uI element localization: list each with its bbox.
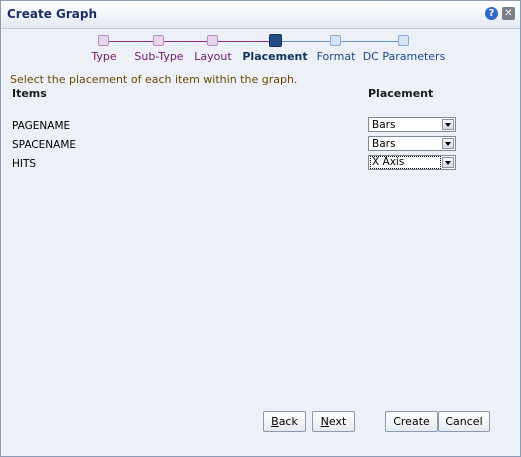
close-icon[interactable]: ✕	[502, 7, 515, 20]
step-stop-placement	[269, 34, 282, 47]
step-label-format: Format	[316, 50, 356, 63]
step-stop-subtype[interactable]	[153, 35, 164, 46]
placement-select-hits[interactable]: X Axis	[368, 155, 456, 170]
item-label-pagename: PAGENAME	[12, 120, 71, 132]
step-stop-dc-parameters	[398, 35, 409, 46]
create-button[interactable]: Create	[385, 411, 438, 432]
dropdown-arrow-icon[interactable]	[442, 138, 454, 149]
item-label-hits: HITS	[12, 158, 37, 170]
cancel-button[interactable]: Cancel	[438, 411, 490, 432]
dropdown-arrow-icon[interactable]	[442, 157, 454, 168]
placement-column-header: Placement	[368, 87, 434, 100]
step-train: Type Sub-Type Layout Placement Format DC…	[1, 33, 520, 67]
step-stop-type[interactable]	[98, 35, 109, 46]
dialog-titlebar: Create Graph ? ✕	[1, 1, 520, 29]
placement-select-value: Bars	[372, 119, 396, 131]
placement-select-value: X Axis	[370, 156, 441, 169]
train-progress-line	[104, 41, 276, 42]
step-label-dc-parameters: DC Parameters	[362, 50, 446, 63]
placement-select-value: Bars	[372, 138, 396, 150]
next-button[interactable]: Next	[312, 411, 355, 432]
dropdown-arrow-icon[interactable]	[442, 119, 454, 130]
step-stop-format	[330, 35, 341, 46]
instruction-text: Select the placement of each item within…	[10, 73, 298, 86]
step-label-type[interactable]: Type	[91, 50, 116, 63]
help-icon[interactable]: ?	[485, 7, 498, 20]
create-graph-dialog: Create Graph ? ✕ Type Sub-Type Layout Pl…	[0, 0, 521, 457]
step-label-layout[interactable]: Layout	[194, 50, 231, 63]
back-button[interactable]: Back	[263, 411, 306, 432]
items-column-header: Items	[12, 87, 47, 100]
item-label-spacename: SPACENAME	[12, 139, 77, 151]
step-label-placement: Placement	[242, 50, 308, 63]
step-stop-layout[interactable]	[207, 35, 218, 46]
placement-select-pagename[interactable]: Bars	[368, 117, 456, 132]
step-label-subtype[interactable]: Sub-Type	[134, 50, 183, 63]
dialog-title: Create Graph	[7, 7, 98, 21]
placement-select-spacename[interactable]: Bars	[368, 136, 456, 151]
